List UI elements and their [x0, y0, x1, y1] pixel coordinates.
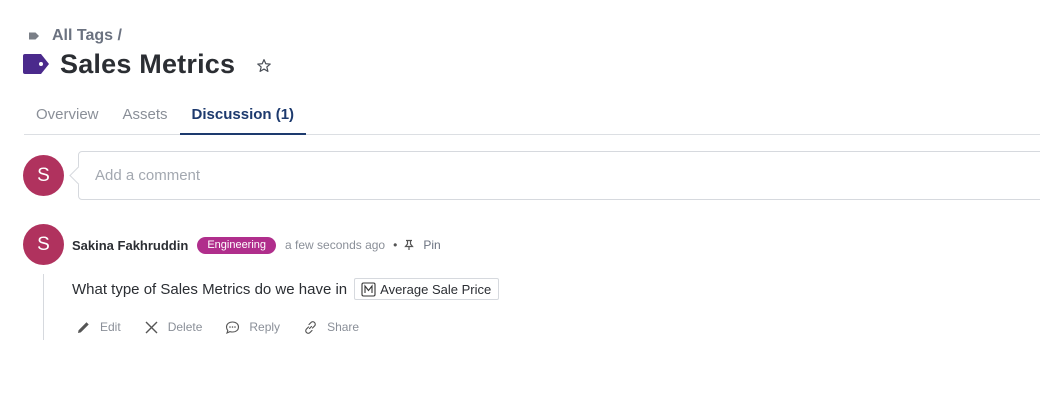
comment-timestamp: a few seconds ago — [285, 238, 386, 252]
tab-discussion[interactable]: Discussion (1) — [179, 100, 307, 135]
delete-label: Delete — [167, 320, 203, 334]
breadcrumb-all-tags-link[interactable]: All Tags / — [52, 27, 122, 45]
tag-icon — [28, 30, 40, 42]
tab-overview[interactable]: Overview — [24, 100, 111, 134]
reply-button[interactable]: Reply — [225, 320, 280, 335]
link-icon — [303, 320, 318, 335]
breadcrumb: All Tags / — [28, 26, 122, 46]
metric-icon — [361, 281, 376, 297]
tab-assets[interactable]: Assets — [111, 100, 180, 134]
favorite-star-icon[interactable] — [255, 57, 273, 75]
tag-icon — [22, 53, 50, 75]
thread-line — [43, 274, 44, 340]
tab-bar: Overview Assets Discussion (1) — [24, 100, 1040, 135]
delete-button[interactable]: Delete — [144, 320, 203, 335]
reply-label: Reply — [249, 320, 281, 334]
comment-author: Sakina Fakhruddin — [72, 237, 189, 253]
pencil-icon — [76, 320, 91, 335]
comment-text: What type of Sales Metrics do we have in — [72, 280, 348, 298]
share-label: Share — [327, 320, 360, 334]
asset-mention-label: Average Sale Price — [380, 281, 492, 297]
chat-bubble-icon — [225, 320, 240, 335]
pin-label: Pin — [423, 238, 441, 252]
close-icon — [144, 320, 159, 335]
comment-actions: Edit Delete Reply Share — [76, 318, 382, 336]
team-badge: Engineering — [197, 236, 277, 254]
separator-dot: • — [393, 238, 398, 252]
comment-header: Sakina Fakhruddin Engineering a few seco… — [72, 235, 441, 255]
comment-input[interactable] — [79, 167, 1040, 184]
page-title: Sales Metrics — [60, 48, 236, 79]
edit-label: Edit — [100, 320, 121, 334]
share-button[interactable]: Share — [303, 320, 359, 335]
comment-body: What type of Sales Metrics do we have in… — [72, 278, 500, 300]
current-user-avatar: S — [23, 155, 64, 196]
pin-icon — [403, 239, 415, 251]
asset-mention-chip[interactable]: Average Sale Price — [354, 278, 500, 300]
comment-composer[interactable] — [78, 151, 1040, 200]
edit-button[interactable]: Edit — [76, 320, 121, 335]
author-avatar: S — [23, 224, 64, 265]
pin-button[interactable]: Pin — [403, 238, 441, 252]
page-header: Sales Metrics — [22, 46, 273, 82]
